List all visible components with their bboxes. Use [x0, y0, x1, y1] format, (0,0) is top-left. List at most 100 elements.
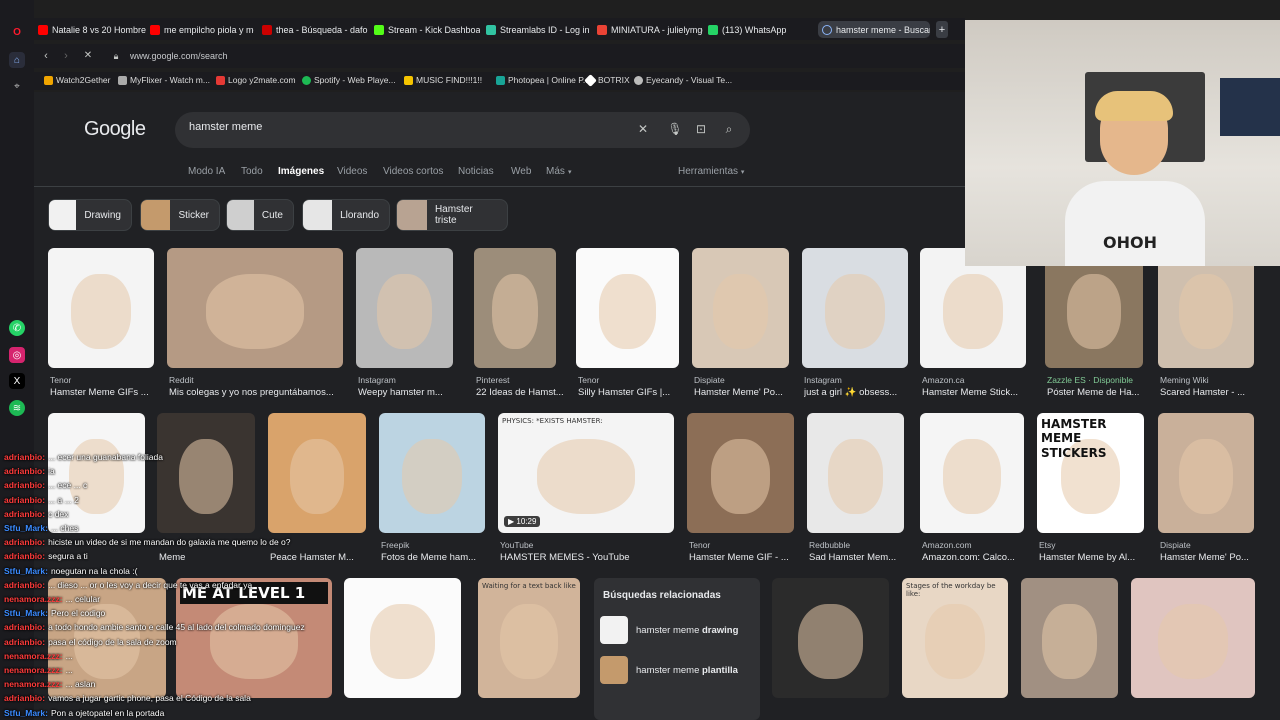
- result-source[interactable]: Reddit: [169, 375, 345, 385]
- result-thumbnail[interactable]: [576, 248, 679, 368]
- image-result[interactable]: Instagram Weepy hamster m...: [356, 248, 453, 400]
- stop-loading-icon[interactable]: ✕: [80, 48, 96, 64]
- result-title[interactable]: Amazon.com: Calco...: [922, 552, 1036, 563]
- whatsapp-icon[interactable]: ✆: [9, 320, 25, 336]
- related-item-drawing[interactable]: hamster meme drawing: [600, 616, 738, 644]
- result-source[interactable]: Meming Wiki: [1160, 375, 1256, 385]
- result-thumbnail[interactable]: [344, 578, 461, 698]
- bookmark-7[interactable]: Eyecandy - Visual Te...: [634, 75, 732, 85]
- result-source[interactable]: Tenor: [50, 375, 156, 385]
- pin-icon[interactable]: ⌖: [9, 78, 25, 94]
- chip-drawing[interactable]: Drawing: [48, 199, 132, 231]
- result-thumbnail[interactable]: [687, 413, 794, 533]
- search-icon[interactable]: ⌕: [721, 121, 737, 137]
- tools-dropdown[interactable]: Herramientas ▾: [678, 166, 744, 177]
- result-title[interactable]: Mis colegas y yo nos preguntábamos...: [169, 387, 355, 398]
- result-title[interactable]: Hamster Meme GIFs ...: [50, 387, 166, 398]
- result-thumbnail[interactable]: [48, 248, 154, 368]
- image-result[interactable]: Redbubble Sad Hamster Mem...: [807, 413, 904, 565]
- bookmark-2[interactable]: Logo y2mate.com: [216, 75, 296, 85]
- image-result[interactable]: HAMSTER MEME STICKERS Etsy Hamster Meme by…: [1037, 413, 1144, 565]
- result-title[interactable]: Scared Hamster - ...: [1160, 387, 1266, 398]
- result-source[interactable]: Tenor: [578, 375, 681, 385]
- home-icon[interactable]: ⌂: [9, 52, 25, 68]
- bookmark-3[interactable]: Spotify - Web Playe...: [302, 75, 396, 85]
- image-result[interactable]: Instagram just a girl ✨ obsess...: [802, 248, 908, 400]
- result-thumbnail[interactable]: [1131, 578, 1255, 698]
- result-title[interactable]: Weepy hamster m...: [358, 387, 465, 398]
- opera-logo-icon[interactable]: O: [9, 24, 25, 40]
- result-thumbnail[interactable]: [807, 413, 904, 533]
- tab-modo-ia[interactable]: Modo IA: [188, 166, 225, 177]
- result-title[interactable]: HAMSTER MEMES - YouTube: [500, 552, 686, 563]
- result-source[interactable]: Dispiate: [1160, 540, 1256, 550]
- result-title[interactable]: Póster Meme de Ha...: [1047, 387, 1155, 398]
- image-result[interactable]: Zazzle ES · Disponible Póster Meme de Ha.…: [1045, 248, 1143, 400]
- result-thumbnail[interactable]: [920, 413, 1024, 533]
- image-result[interactable]: Tenor Hamster Meme GIF - ...: [687, 413, 794, 565]
- tab-imagenes[interactable]: Imágenes: [278, 166, 324, 177]
- image-result[interactable]: Dispiate Hamster Meme' Po...: [1158, 413, 1254, 565]
- result-thumbnail[interactable]: [802, 248, 908, 368]
- result-title[interactable]: Hamster Meme' Po...: [694, 387, 801, 398]
- result-thumbnail[interactable]: PHYSICS: *EXISTS HAMSTER: ▶ 10:29: [498, 413, 674, 533]
- result-thumbnail[interactable]: [1158, 248, 1254, 368]
- image-result[interactable]: Tenor Silly Hamster GIFs |...: [576, 248, 679, 400]
- result-thumbnail[interactable]: [167, 248, 343, 368]
- result-title[interactable]: Hamster Meme Stick...: [922, 387, 1038, 398]
- image-result[interactable]: Pinterest 22 Ideas de Hamst...: [474, 248, 564, 400]
- result-source[interactable]: Instagram: [358, 375, 455, 385]
- result-thumbnail[interactable]: [379, 413, 485, 533]
- image-result[interactable]: PHYSICS: *EXISTS HAMSTER: ▶ 10:29 YouTube H…: [498, 413, 674, 565]
- image-result[interactable]: Amazon.ca Hamster Meme Stick...: [920, 248, 1026, 400]
- result-thumbnail[interactable]: [920, 248, 1026, 368]
- x-icon[interactable]: X: [9, 373, 25, 389]
- back-icon[interactable]: ‹: [38, 48, 54, 64]
- tab-web[interactable]: Web: [511, 166, 531, 177]
- result-title[interactable]: just a girl ✨ obsess...: [804, 387, 920, 398]
- result-thumbnail[interactable]: [772, 578, 889, 698]
- result-source[interactable]: YouTube: [500, 540, 676, 550]
- result-title[interactable]: 22 Ideas de Hamst...: [476, 387, 568, 398]
- result-title[interactable]: Fotos de Meme ham...: [381, 552, 497, 563]
- url-field[interactable]: www.google.com/search: [130, 51, 228, 61]
- image-result[interactable]: [344, 578, 461, 698]
- instagram-icon[interactable]: ◎: [9, 347, 25, 363]
- image-result[interactable]: Waiting for a text back like: [478, 578, 580, 698]
- image-result[interactable]: Reddit Mis colegas y yo nos preguntábamos…: [167, 248, 343, 400]
- tab-1[interactable]: me empilcho piola y me p: [150, 21, 254, 38]
- image-result[interactable]: Stages of the workday be like:: [902, 578, 1008, 698]
- image-result[interactable]: Tenor Hamster Meme GIFs ...: [48, 248, 154, 400]
- result-source[interactable]: Redbubble: [809, 540, 906, 550]
- bookmark-4[interactable]: MUSIC FIND!!!1!!: [404, 75, 482, 85]
- result-thumbnail[interactable]: [1021, 578, 1118, 698]
- result-source[interactable]: Zazzle ES · Disponible: [1047, 375, 1145, 385]
- microphone-icon[interactable]: 🎙︎: [667, 121, 683, 137]
- image-result[interactable]: Dispiate Hamster Meme' Po...: [692, 248, 789, 400]
- spotify-icon[interactable]: ≋: [9, 400, 25, 416]
- related-item-plantilla[interactable]: hamster meme plantilla: [600, 656, 738, 684]
- result-title[interactable]: Hamster Meme' Po...: [1160, 552, 1266, 563]
- tab-0[interactable]: Natalie 8 vs 20 Hombres (: [38, 21, 146, 38]
- result-thumbnail[interactable]: [356, 248, 453, 368]
- result-thumbnail[interactable]: Waiting for a text back like: [478, 578, 580, 698]
- image-result[interactable]: Freepik Fotos de Meme ham...: [379, 413, 485, 565]
- result-title[interactable]: Sad Hamster Mem...: [809, 552, 916, 563]
- search-input[interactable]: [189, 121, 619, 133]
- new-tab-button[interactable]: +: [936, 21, 948, 38]
- image-result[interactable]: [1021, 578, 1118, 698]
- result-title[interactable]: Hamster Meme by Al...: [1039, 552, 1156, 563]
- chip-cute[interactable]: Cute: [226, 199, 294, 231]
- chip-llorando[interactable]: Llorando: [302, 199, 390, 231]
- image-result[interactable]: [772, 578, 889, 698]
- result-source[interactable]: Amazon.ca: [922, 375, 1028, 385]
- tab-5[interactable]: MINIATURA - julielymgon: [597, 21, 703, 38]
- result-source[interactable]: Amazon.com: [922, 540, 1026, 550]
- clear-icon[interactable]: ✕: [635, 121, 651, 137]
- google-logo[interactable]: Google: [84, 118, 146, 141]
- bookmark-0[interactable]: Watch2Gether: [44, 75, 111, 85]
- tab-videos-cortos[interactable]: Videos cortos: [383, 166, 443, 177]
- search-box[interactable]: ✕ 🎙︎ ⊡ ⌕: [175, 112, 750, 148]
- tab-2[interactable]: thea - Búsqueda - dafont.: [262, 21, 368, 38]
- bookmark-1[interactable]: MyFlixer - Watch m...: [118, 75, 210, 85]
